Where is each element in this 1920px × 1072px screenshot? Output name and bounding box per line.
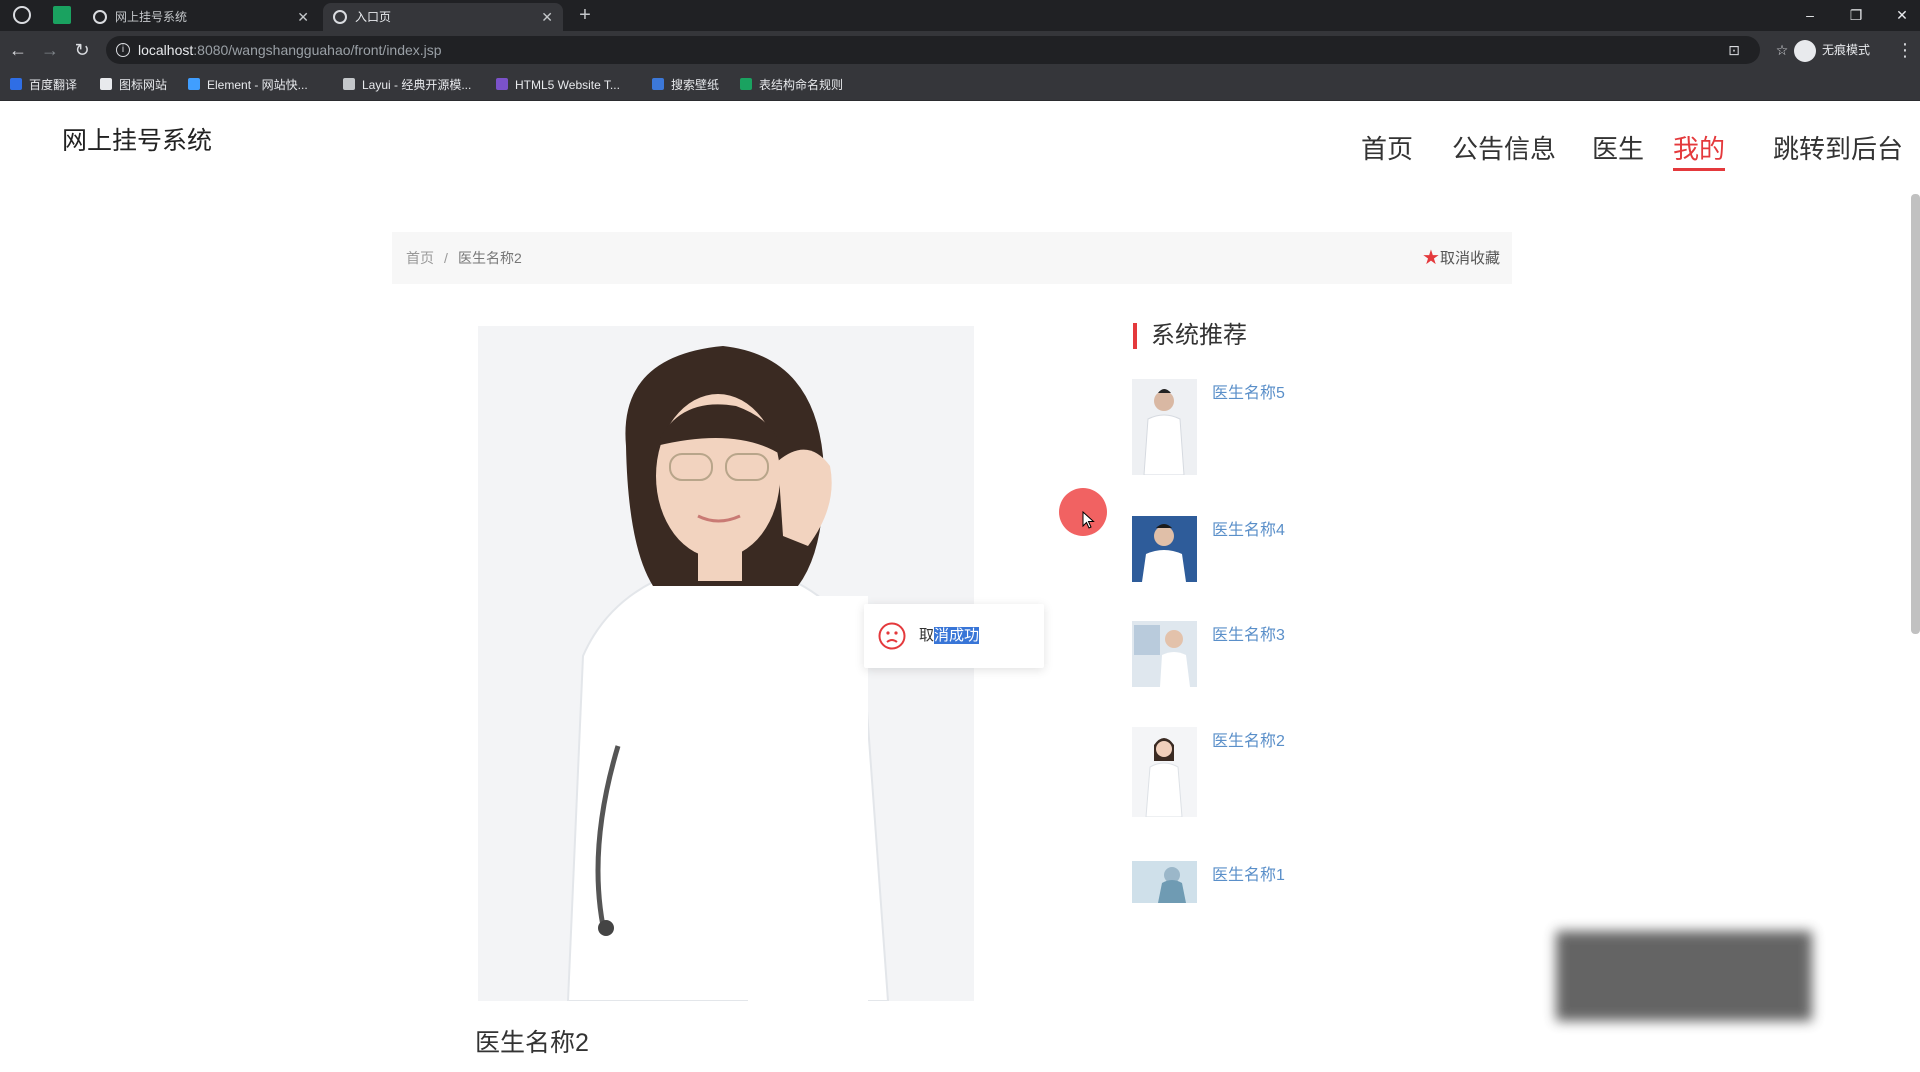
close-icon[interactable]: ✕ <box>297 3 309 31</box>
back-icon[interactable]: ← <box>6 38 30 62</box>
bookmark-item[interactable]: 百度翻译 <box>10 76 77 94</box>
breadcrumb: 首页 / 医生名称2 ★取消收藏 <box>392 232 1512 284</box>
bookmark-item[interactable]: Layui - 经典开源模... <box>343 76 471 94</box>
doctor-thumbnail[interactable] <box>1132 727 1197 817</box>
doctor-thumbnail[interactable] <box>1132 621 1197 687</box>
star-icon: ★ <box>1422 247 1440 269</box>
incognito-icon <box>1794 39 1816 62</box>
recommend-name[interactable]: 医生名称4 <box>1212 516 1285 540</box>
recommend-title: 系统推荐 <box>1133 323 1247 349</box>
mouse-pointer-icon <box>1082 511 1095 529</box>
address-bar[interactable]: i localhost:8080/wangshangguahao/front/i… <box>106 36 1788 64</box>
tab-wangshang[interactable]: 网上挂号系统 ✕ <box>83 3 319 31</box>
bookmark-item[interactable]: HTML5 Website T... <box>496 76 620 94</box>
star-bookmark-icon[interactable]: ☆ <box>1774 42 1790 58</box>
bookmark-item[interactable]: 搜索壁纸 <box>652 76 719 94</box>
app-square-icon[interactable] <box>53 6 71 24</box>
close-icon[interactable]: ✕ <box>541 3 553 31</box>
blurred-overlay <box>1556 931 1812 1021</box>
breadcrumb-home[interactable]: 首页 <box>406 232 434 284</box>
url-text: localhost:8080/wangshangguahao/front/ind… <box>138 42 442 58</box>
new-tab-button[interactable]: + <box>574 4 596 26</box>
browser-tab-strip: 网上挂号系统 ✕ 入口页 ✕ + – ❐ ✕ <box>0 0 1920 31</box>
incognito-label: 无痕模式 <box>1822 43 1871 57</box>
site-brand[interactable]: 网上挂号系统 <box>62 121 212 157</box>
translate-icon[interactable]: ⊡ <box>1726 42 1742 58</box>
template-icon <box>496 78 508 90</box>
close-window-icon[interactable]: ✕ <box>1890 4 1914 26</box>
bookmark-item[interactable]: 表结构命名规则 <box>740 76 843 94</box>
tab-title: 入口页 <box>355 10 392 24</box>
hexagon-icon <box>188 78 200 90</box>
bookmark-item[interactable]: Element - 网站快... <box>188 76 308 94</box>
menu-icon[interactable]: ⋮ <box>1896 38 1914 62</box>
sad-face-icon <box>878 622 906 650</box>
wallpaper-icon <box>652 78 664 90</box>
tab-title: 网上挂号系统 <box>115 10 188 24</box>
recommend-name[interactable]: 医生名称5 <box>1212 379 1285 403</box>
globe-icon <box>333 10 347 24</box>
web-page: 网上挂号系统 首页 公告信息 医生 我的 跳转到后台 首页 / 医生名称2 ★取… <box>0 101 1920 1072</box>
nav-notices[interactable]: 公告信息 <box>1452 129 1556 166</box>
breadcrumb-separator: / <box>444 250 448 266</box>
incognito-badge[interactable]: 无痕模式 <box>1794 36 1870 64</box>
nav-mine[interactable]: 我的 <box>1673 129 1726 171</box>
flag-icon <box>100 78 112 90</box>
doctor-name-title: 医生名称2 <box>475 1029 589 1057</box>
nav-home[interactable]: 首页 <box>1361 129 1413 166</box>
doctor-thumbnail[interactable] <box>1132 861 1197 903</box>
reload-icon[interactable]: ↻ <box>70 38 94 62</box>
sheet-icon <box>740 78 752 90</box>
toast-text: 取消成功 <box>919 627 980 644</box>
bookmark-item[interactable]: 图标网站 <box>100 76 167 94</box>
minimize-icon[interactable]: – <box>1798 4 1822 26</box>
doctor-thumbnail[interactable] <box>1132 516 1197 582</box>
recommend-name[interactable]: 医生名称3 <box>1212 621 1285 645</box>
nav-admin[interactable]: 跳转到后台 <box>1773 129 1903 166</box>
recommend-name[interactable]: 医生名称1 <box>1212 861 1285 885</box>
browser-toolbar: ← → ↻ i localhost:8080/wangshangguahao/f… <box>0 31 1920 69</box>
doctor-thumbnail[interactable] <box>1132 379 1197 475</box>
recommend-name[interactable]: 医生名称2 <box>1212 727 1285 751</box>
breadcrumb-current: 医生名称2 <box>458 250 522 266</box>
forward-icon[interactable]: → <box>38 38 62 62</box>
translate-icon <box>10 78 22 90</box>
chrome-logo-icon[interactable] <box>13 6 31 24</box>
tab-entry[interactable]: 入口页 ✕ <box>323 3 563 31</box>
page-scrollbar[interactable] <box>1911 194 1920 634</box>
info-icon[interactable]: i <box>116 43 130 57</box>
toast-message: 取消成功 <box>864 604 1044 668</box>
layui-icon <box>343 78 355 90</box>
restore-icon[interactable]: ❐ <box>1844 4 1868 26</box>
globe-icon <box>93 10 107 24</box>
nav-doctors[interactable]: 医生 <box>1592 129 1644 166</box>
unfavorite-button[interactable]: ★取消收藏 <box>1422 232 1500 285</box>
bookmarks-bar: 百度翻译 图标网站 Element - 网站快... Layui - 经典开源模… <box>0 69 1920 101</box>
